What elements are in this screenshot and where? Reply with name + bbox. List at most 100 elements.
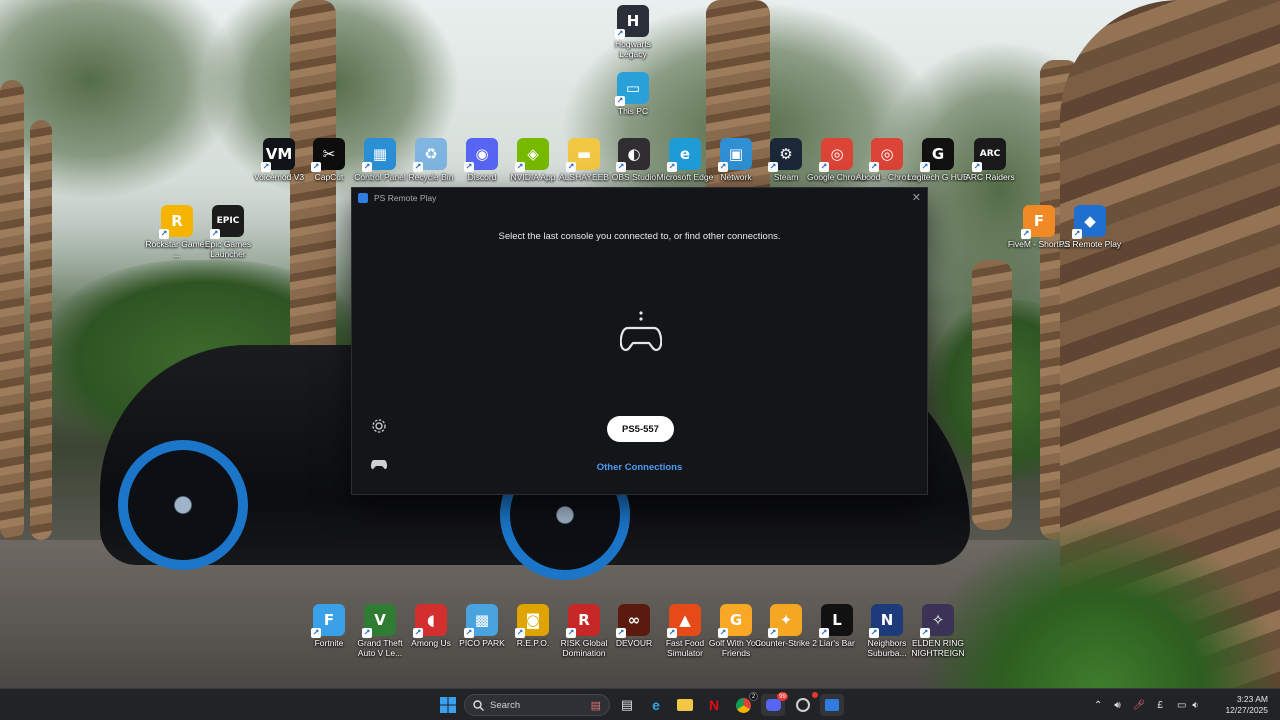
shortcut-arrow-icon: ↗ bbox=[515, 162, 525, 172]
microphone-icon[interactable]: 🎤︎ bbox=[1133, 700, 1146, 711]
language-indicator[interactable]: £ bbox=[1157, 700, 1163, 711]
close-icon[interactable]: ✕ bbox=[912, 191, 921, 204]
shortcut-arrow-icon: ↗ bbox=[464, 628, 474, 638]
shortcut-arrow-icon: ↗ bbox=[261, 162, 271, 172]
shortcut-arrow-icon: ↗ bbox=[869, 162, 879, 172]
desktop-shortcut[interactable]: ◆ ↗ PS Remote Play bbox=[1059, 205, 1121, 249]
repo-icon: ◙ ↗ bbox=[515, 604, 549, 638]
shortcut-arrow-icon: ↗ bbox=[869, 628, 879, 638]
shortcut-arrow-icon: ↗ bbox=[768, 162, 778, 172]
search-placeholder: Search bbox=[490, 699, 521, 711]
title-bar[interactable]: PS Remote Play ✕ bbox=[352, 188, 927, 208]
taskbar-store-icon[interactable]: ▤ bbox=[615, 694, 639, 716]
controller-icon bbox=[620, 311, 662, 352]
wallpaper-palm-trunk bbox=[972, 260, 1012, 530]
wallpaper-car-wheel bbox=[118, 440, 248, 570]
shortcut-arrow-icon: ↗ bbox=[362, 162, 372, 172]
show-hidden-icons-chevron-icon[interactable]: ⌃ bbox=[1094, 700, 1102, 711]
clock-date: 12/27/2025 bbox=[1225, 705, 1268, 715]
desktop-shortcut[interactable]: EPIC ↗ Epic Games Launcher bbox=[201, 205, 255, 259]
window-title: PS Remote Play bbox=[374, 193, 437, 203]
taskbar-chrome-icon[interactable]: 2 bbox=[731, 692, 758, 716]
taskbar-discord-icon[interactable]: 99 bbox=[761, 692, 788, 716]
steam-icon: ⚙ ↗ bbox=[768, 138, 802, 172]
desktop-shortcut[interactable]: ARC ↗ ARC Raiders bbox=[963, 138, 1017, 182]
taskbar-search-box[interactable]: Search ▤ bbox=[464, 694, 610, 716]
taskbar-file-explorer-icon[interactable] bbox=[673, 694, 697, 716]
shortcut-arrow-icon: ↗ bbox=[1072, 229, 1082, 239]
shortcut-arrow-icon: ↗ bbox=[311, 628, 321, 638]
shortcut-arrow-icon: ↗ bbox=[768, 628, 778, 638]
desktop-shortcut[interactable]: V ↗ Grand Theft Auto V Le... bbox=[353, 604, 407, 658]
ps-remote-play-app-icon bbox=[358, 193, 368, 203]
system-tray: ⌃ 🔊︎ 🎤︎ £ ▭ 🔉︎ bbox=[1094, 689, 1199, 720]
ps-remote-play-window: PS Remote Play ✕ Select the last console… bbox=[351, 187, 928, 495]
taskbar-netflix-icon[interactable]: N bbox=[702, 694, 726, 716]
wallpaper-palm-trunk bbox=[0, 80, 24, 540]
desktop-shortcut[interactable]: H ↗ Hogwarts Legacy bbox=[606, 5, 660, 59]
shortcut-arrow-icon: ↗ bbox=[667, 162, 677, 172]
search-icon bbox=[473, 699, 484, 711]
fast-food-icon: ▲ ↗ bbox=[667, 604, 701, 638]
desktop-shortcut-label: This PC bbox=[617, 106, 649, 116]
chrome-icon: ◎ ↗ bbox=[819, 138, 853, 172]
shortcut-arrow-icon: ↗ bbox=[464, 162, 474, 172]
capcut-icon: ✂ ↗ bbox=[311, 138, 345, 172]
nvidia-icon: ◈ ↗ bbox=[515, 138, 549, 172]
desktop-shortcut-label: PS Remote Play bbox=[1058, 239, 1122, 249]
this-pc-icon: ▭ ↗ bbox=[615, 72, 649, 106]
neighbors-icon: N ↗ bbox=[869, 604, 903, 638]
other-connections-link[interactable]: Other Connections bbox=[352, 462, 927, 473]
pico-park-icon: ▩ ↗ bbox=[464, 604, 498, 638]
shortcut-arrow-icon: ↗ bbox=[615, 29, 625, 39]
epic-games-icon: EPIC ↗ bbox=[210, 205, 244, 239]
counter-strike-icon: ✦ ↗ bbox=[768, 604, 802, 638]
ps-remote-play-icon: ◆ ↗ bbox=[1072, 205, 1106, 239]
gta-icon: V ↗ bbox=[362, 604, 396, 638]
gamepad-icon[interactable] bbox=[371, 458, 387, 470]
desktop-shortcut[interactable]: ▭ ↗ This PC bbox=[606, 72, 660, 116]
wallpaper-palm-trunk bbox=[30, 120, 52, 540]
clock[interactable]: 3:23 AM 12/27/2025 bbox=[1225, 694, 1268, 716]
search-highlight-icon: ▤ bbox=[590, 699, 601, 712]
desktop-shortcut-label: Hogwarts Legacy bbox=[615, 39, 651, 59]
desktop-shortcut-label: ARC Raiders bbox=[965, 172, 1015, 182]
voicemod-icon: VM ↗ bbox=[261, 138, 295, 172]
shortcut-arrow-icon: ↗ bbox=[819, 162, 829, 172]
among-us-icon: ◖ ↗ bbox=[413, 604, 447, 638]
volume-icon[interactable]: 🔉︎ bbox=[1192, 700, 1198, 711]
speaker-icon[interactable]: 🔊︎ bbox=[1114, 700, 1120, 711]
shortcut-arrow-icon: ↗ bbox=[413, 628, 423, 638]
shortcut-arrow-icon: ↗ bbox=[159, 229, 169, 239]
desktop-shortcut[interactable]: R ↗ RISK Global Domination bbox=[557, 604, 611, 658]
hogwarts-legacy-icon: H ↗ bbox=[615, 5, 649, 39]
elden-ring-icon: ✧ ↗ bbox=[920, 604, 954, 638]
settings-gear-icon[interactable] bbox=[371, 418, 387, 434]
shortcut-arrow-icon: ↗ bbox=[1021, 229, 1031, 239]
taskbar: Search ▤ ▤ e N 2 99 ⌃ 🔊︎ 🎤︎ £ ▭ 🔉︎ 3:23 … bbox=[0, 688, 1280, 720]
desktop-shortcut[interactable]: G ↗ Golf With Your Friends bbox=[709, 604, 763, 658]
shortcut-arrow-icon: ↗ bbox=[616, 628, 626, 638]
rockstar-icon: R ↗ bbox=[159, 205, 193, 239]
risk-icon: R ↗ bbox=[566, 604, 600, 638]
network-monitor-icon[interactable]: ▭ bbox=[1177, 700, 1186, 711]
shortcut-arrow-icon: ↗ bbox=[718, 162, 728, 172]
shortcut-arrow-icon: ↗ bbox=[566, 162, 576, 172]
folder-icon: ▬ ↗ bbox=[566, 138, 600, 172]
shortcut-arrow-icon: ↗ bbox=[413, 162, 423, 172]
golf-icon: G ↗ bbox=[718, 604, 752, 638]
clock-time: 3:23 AM bbox=[1236, 694, 1268, 704]
taskbar-edge-icon[interactable]: e bbox=[644, 694, 668, 716]
console-ps5-button[interactable]: PS5-557 bbox=[607, 416, 674, 442]
recycle-bin-icon: ♻ ↗ bbox=[413, 138, 447, 172]
windows-start-icon[interactable] bbox=[436, 694, 460, 716]
taskbar-steam-icon[interactable] bbox=[791, 692, 818, 716]
shortcut-arrow-icon: ↗ bbox=[718, 628, 728, 638]
desktop-shortcut[interactable]: G ↗ Logitech G HUB bbox=[907, 138, 969, 182]
taskbar-ps-remote-play-icon[interactable] bbox=[820, 694, 844, 716]
control-panel-icon: ▦ ↗ bbox=[362, 138, 396, 172]
shortcut-arrow-icon: ↗ bbox=[667, 628, 677, 638]
desktop-shortcut[interactable]: ✧ ↗ ELDEN RING NIGHTREIGN bbox=[911, 604, 965, 658]
desktop-shortcut-label: ELDEN RING NIGHTREIGN bbox=[911, 638, 965, 658]
fortnite-icon: F ↗ bbox=[311, 604, 345, 638]
